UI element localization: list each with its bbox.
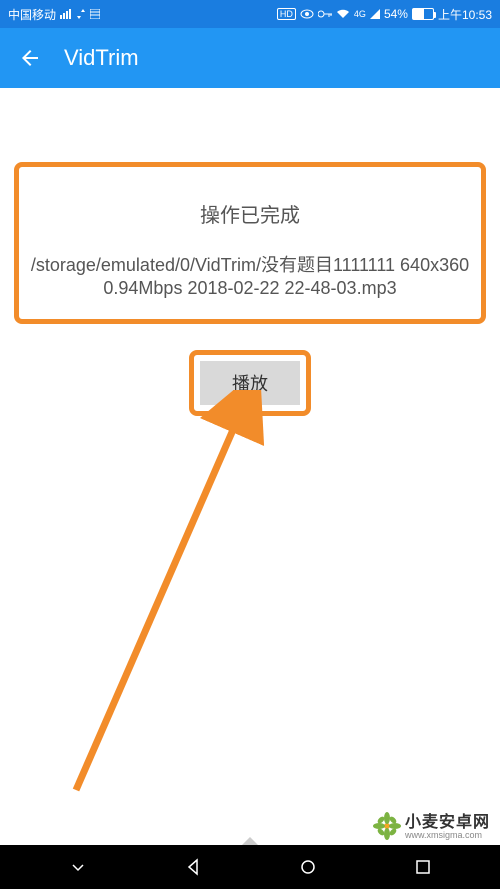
- app-title: VidTrim: [64, 45, 139, 71]
- watermark: 小麦安卓网 www.xmsigma.com: [373, 812, 490, 843]
- eye-icon: [300, 9, 314, 19]
- completion-info-box: 操作已完成 /storage/emulated/0/VidTrim/没有题目11…: [14, 162, 486, 324]
- status-left: 中国移动: [8, 6, 100, 23]
- hd-icon: HD: [277, 8, 296, 20]
- watermark-logo-icon: [373, 812, 401, 843]
- app-bar: VidTrim: [0, 28, 500, 88]
- nav-hide-icon[interactable]: [69, 858, 87, 876]
- nav-recent-icon[interactable]: [414, 858, 432, 876]
- status-bar: 中国移动 HD 4G 54% 上午10:53: [0, 0, 500, 28]
- completion-title: 操作已完成: [23, 199, 477, 228]
- annotation-arrow: [56, 390, 276, 810]
- status-right: HD 4G 54% 上午10:53: [277, 6, 492, 23]
- battery-icon: [412, 8, 434, 20]
- watermark-url: www.xmsigma.com: [405, 831, 490, 841]
- wifi-icon: [336, 9, 350, 19]
- data-icon: [76, 9, 86, 19]
- back-icon[interactable]: [18, 46, 42, 70]
- content-area: 操作已完成 /storage/emulated/0/VidTrim/没有题目11…: [0, 88, 500, 416]
- nav-home-icon[interactable]: [299, 858, 317, 876]
- carrier-label: 中国移动: [8, 6, 56, 23]
- navigation-bar: [0, 845, 500, 889]
- cell-signal-icon: [370, 9, 380, 19]
- network-type: 4G: [354, 9, 366, 19]
- battery-percent: 54%: [384, 7, 408, 21]
- play-highlight-box: 播放: [189, 350, 311, 416]
- card-icon: [90, 9, 100, 19]
- notch-indicator: [242, 837, 258, 845]
- signal-icon: [60, 9, 72, 19]
- play-button[interactable]: 播放: [200, 361, 300, 405]
- output-file-path: /storage/emulated/0/VidTrim/没有题目1111111 …: [23, 254, 477, 301]
- nav-back-icon[interactable]: [184, 858, 202, 876]
- key-icon: [318, 10, 332, 18]
- watermark-title: 小麦安卓网: [405, 814, 490, 832]
- clock: 上午10:53: [438, 6, 492, 23]
